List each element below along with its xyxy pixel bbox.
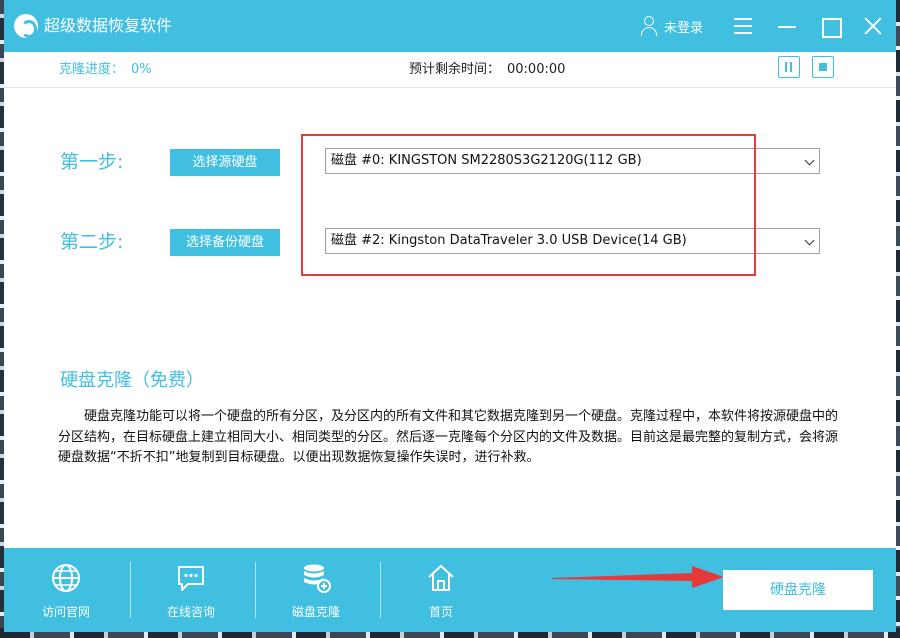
select-source-disk-button[interactable]: 选择源硬盘 [170,149,280,176]
section-title: 硬盘克隆（免费） [60,370,204,391]
close-icon[interactable] [860,13,886,39]
maximize-icon[interactable] [817,13,843,39]
home-icon [428,565,454,591]
clone-progress-value: 0% [131,62,152,77]
stop-button[interactable] [812,56,834,78]
chat-icon [178,566,204,591]
progress-bar: 克隆进度： 0% 预计剩余时间： 00:00:00 [4,52,896,88]
globe-icon [52,564,80,592]
step1-label: 第一步: [60,151,124,173]
app-title: 超级数据恢复软件 [44,16,173,35]
nav-label: 首页 [428,605,453,619]
pause-button[interactable] [778,56,800,78]
step2-label: 第二步: [60,231,124,253]
source-disk-select[interactable]: 磁盘 #0: KINGSTON SM2280S3G2120G(112 GB) [325,148,820,174]
annotation-arrow-icon [552,566,724,588]
source-disk-value: 磁盘 #0: KINGSTON SM2280S3G2120G(112 GB) [331,153,642,168]
select-backup-disk-button[interactable]: 选择备份硬盘 [170,229,280,256]
chevron-down-icon [804,235,815,246]
eta-label: 预计剩余时间： [409,62,501,77]
nav-label: 访问官网 [41,605,90,619]
disk-stack-icon [304,564,331,593]
eta-value: 00:00:00 [507,62,566,77]
backup-disk-select[interactable]: 磁盘 #2: Kingston DataTraveler 3.0 USB Dev… [325,228,820,254]
nav-visit-website[interactable]: 访问官网 [6,548,126,632]
app-logo-icon [14,14,38,38]
minimize-icon[interactable] [774,13,800,39]
chevron-down-icon [804,155,815,166]
nav-disk-clone[interactable]: 磁盘克隆 [256,548,376,632]
user-icon [640,16,658,36]
nav-home[interactable]: 首页 [381,548,501,632]
backup-disk-value: 磁盘 #2: Kingston DataTraveler 3.0 USB Dev… [331,233,687,248]
nav-online-consult[interactable]: 在线咨询 [131,548,251,632]
menu-icon[interactable] [730,13,756,39]
nav-label: 在线咨询 [166,605,215,619]
login-button[interactable]: 未登录 [640,14,703,38]
clone-progress-label: 克隆进度： [59,62,125,77]
start-clone-button[interactable]: 硬盘克隆 [723,570,873,610]
login-label: 未登录 [664,20,704,36]
app-window: 超级数据恢复软件 未登录 克隆进度： 0% 预计剩余时间： 00:00:00 第… [4,0,896,632]
feature-description: 硬盘克隆功能可以将一个硬盘的所有分区，及分区内的所有文件和其它数据克隆到另一个硬… [58,409,839,465]
title-bar[interactable]: 超级数据恢复软件 未登录 [4,0,896,52]
nav-label: 磁盘克隆 [291,605,340,619]
